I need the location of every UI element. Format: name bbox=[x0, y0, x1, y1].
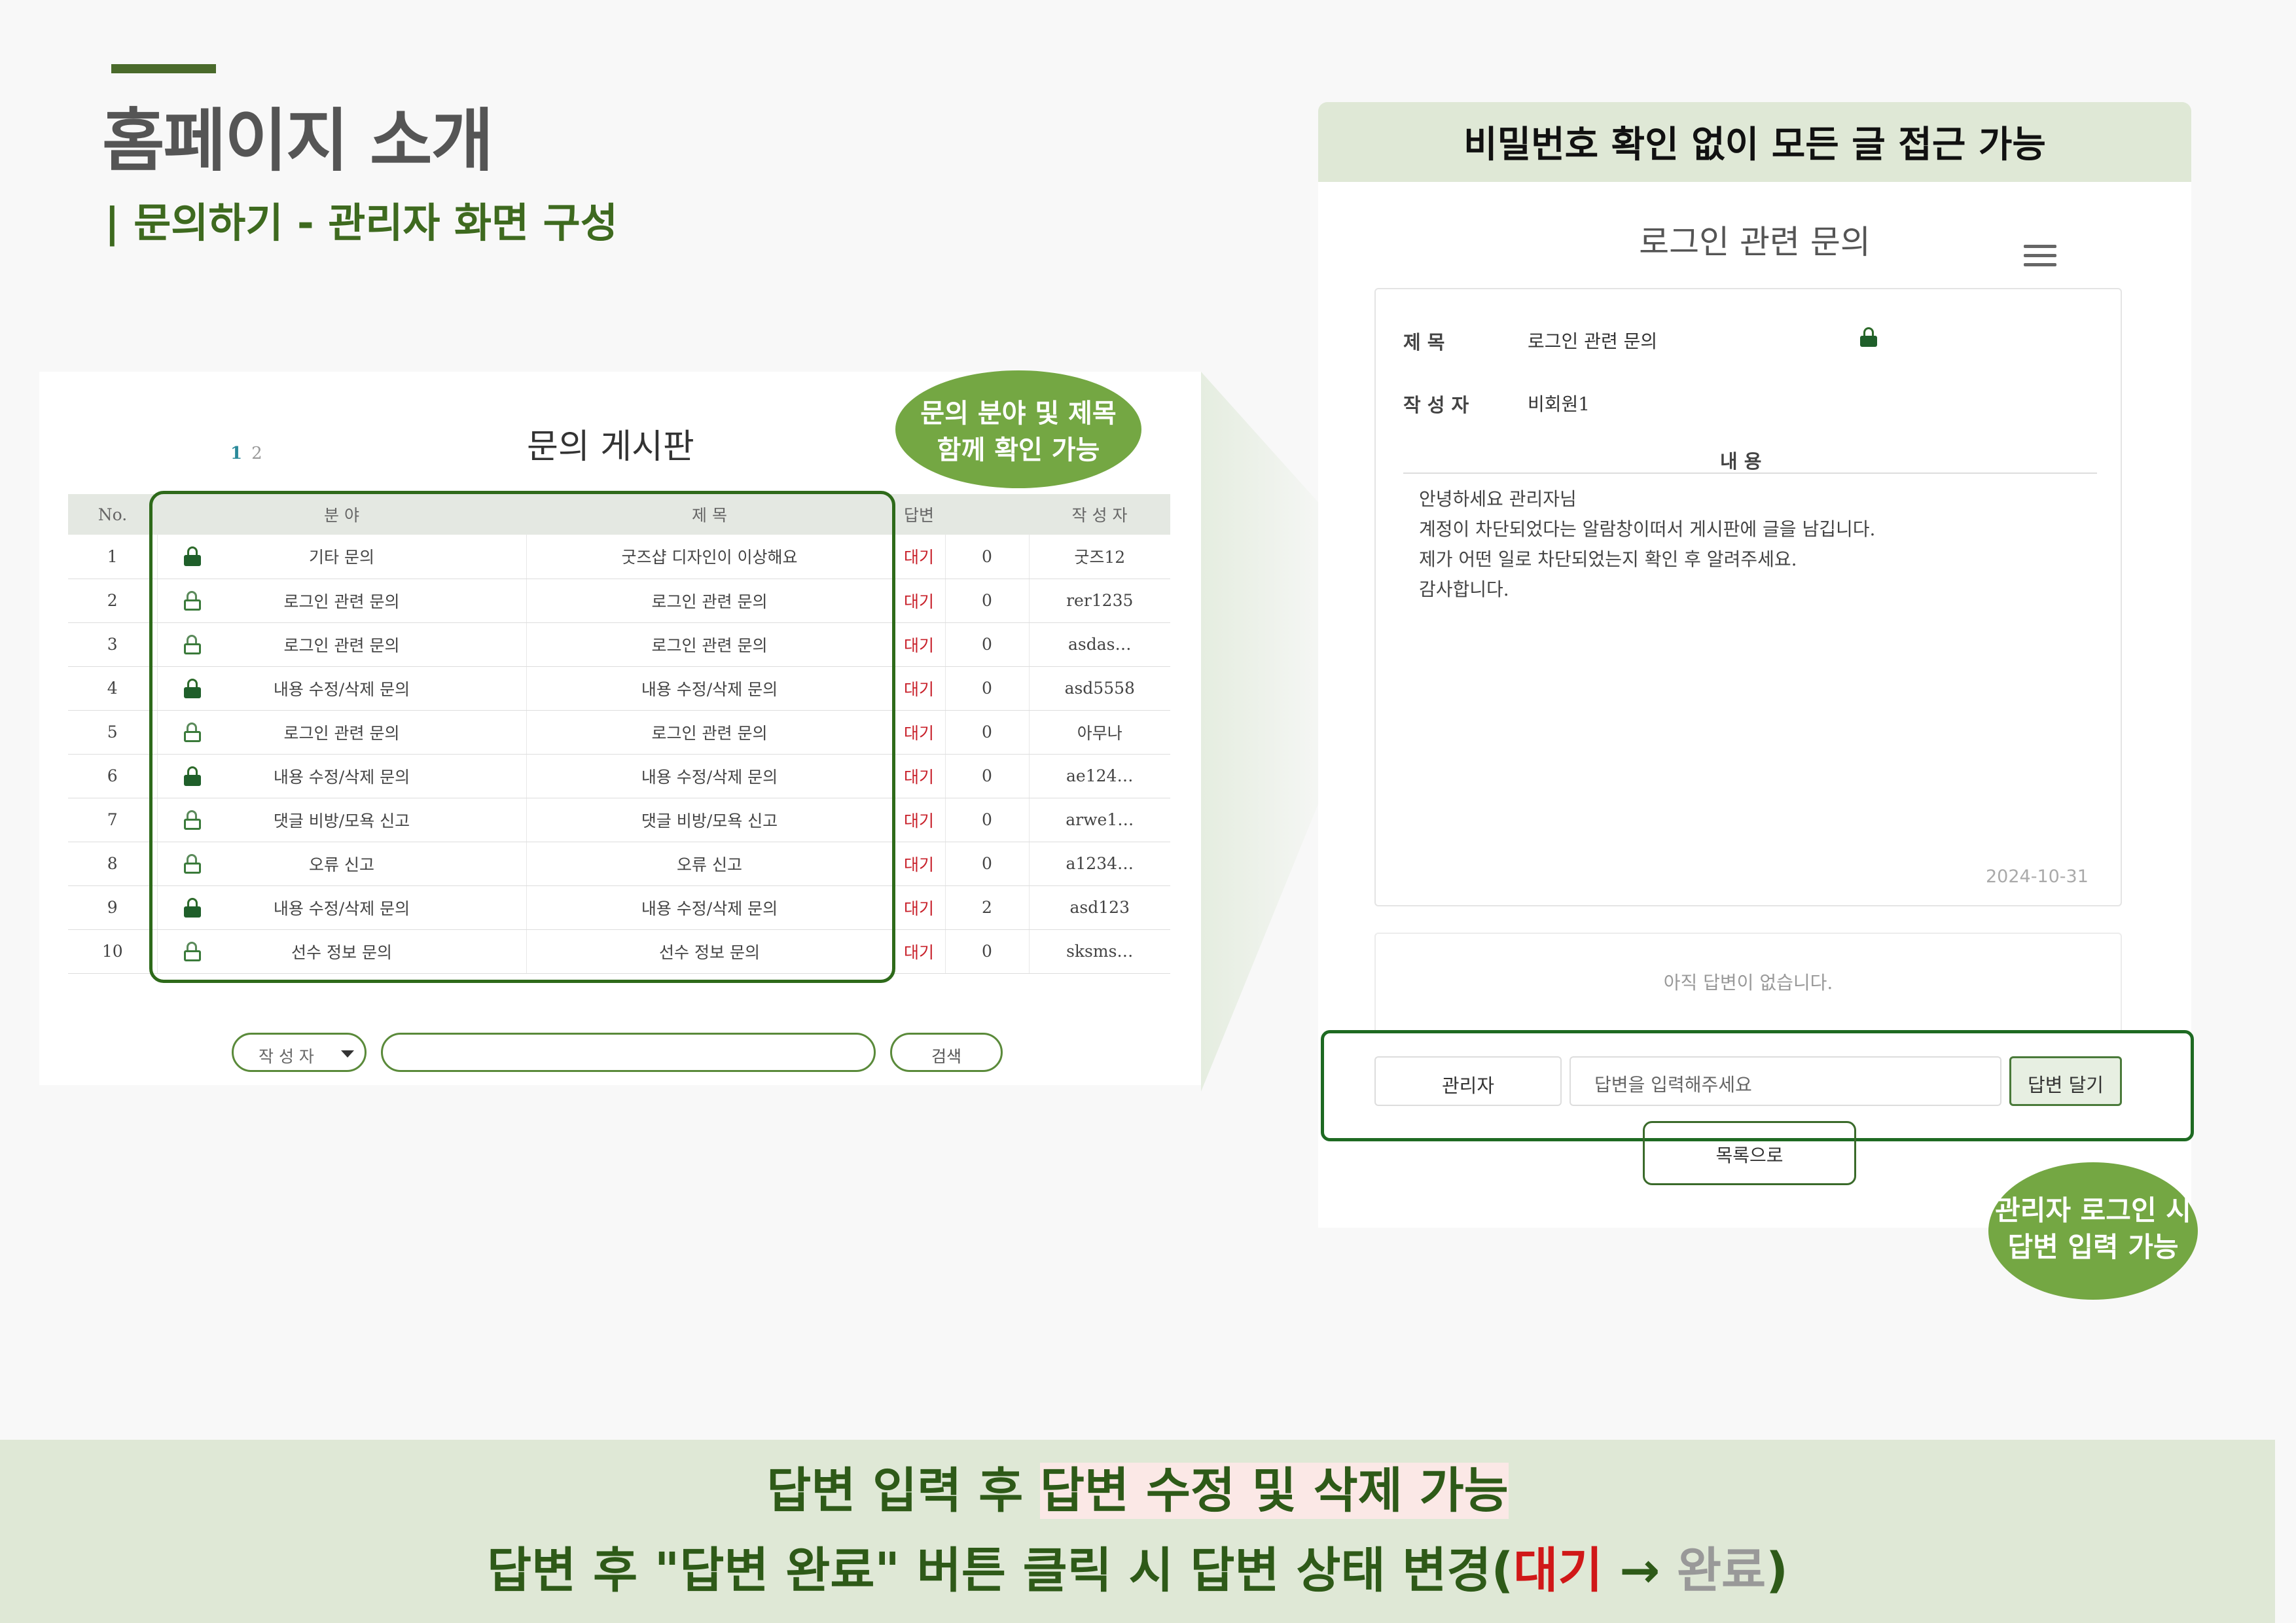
row-status: 대기 bbox=[892, 666, 945, 711]
row-author: 아무나 bbox=[1028, 710, 1170, 755]
row-no: 8 bbox=[68, 842, 157, 886]
subject-value: 로그인 관련 문의 bbox=[1528, 330, 1658, 352]
row-count: 0 bbox=[944, 929, 1029, 974]
row-no: 2 bbox=[68, 579, 157, 623]
col-header-author: 작 성 자 bbox=[1029, 494, 1170, 535]
callout-board-note-text: 문의 분야 및 제목 함께 확인 가능 bbox=[920, 399, 1117, 465]
row-no: 10 bbox=[68, 929, 157, 974]
status-waiting-text: 대기 bbox=[1513, 1543, 1603, 1599]
row-author: rer1235 bbox=[1028, 579, 1170, 623]
callout-board-note: 문의 분야 및 제목 함께 확인 가능 bbox=[895, 370, 1141, 488]
row-status: 대기 bbox=[892, 885, 945, 930]
slide-subtitle: | 문의하기 - 관리자 화면 구성 bbox=[105, 199, 618, 247]
content-line: 감사합니다. bbox=[1419, 579, 1509, 600]
lock-icon bbox=[1860, 327, 1877, 347]
author-label: 작 성 자 bbox=[1403, 394, 1469, 416]
hamburger-menu-icon[interactable] bbox=[2024, 245, 2056, 268]
author-value: 비회원1 bbox=[1528, 393, 1590, 415]
row-status: 대기 bbox=[892, 798, 945, 842]
footer-line-2-end: ) bbox=[1766, 1543, 1788, 1599]
post-date: 2024-10-31 bbox=[1986, 866, 2089, 887]
row-count: 0 bbox=[944, 798, 1029, 842]
footer-line-1-text: 답변 입력 후 bbox=[766, 1463, 1040, 1519]
row-author: a1234… bbox=[1028, 842, 1170, 886]
pagination: 12 bbox=[230, 444, 262, 463]
slide-title: 홈페이지 소개 bbox=[102, 101, 493, 181]
row-no: 3 bbox=[68, 622, 157, 667]
row-author: arwe1… bbox=[1028, 798, 1170, 842]
page-link-1[interactable]: 1 bbox=[230, 444, 242, 463]
row-count: 0 bbox=[944, 622, 1029, 667]
row-count: 0 bbox=[944, 754, 1029, 798]
content-divider bbox=[1403, 473, 2097, 474]
row-author: asd5558 bbox=[1028, 666, 1170, 711]
footer-line-1: 답변 입력 후 답변 수정 및 삭제 가능 bbox=[0, 1452, 2275, 1522]
footer-line-2: 답변 후 "답변 완료" 버튼 클릭 시 답변 상태 변경(대기 → 완료) bbox=[0, 1531, 2275, 1601]
row-no: 1 bbox=[68, 535, 157, 579]
callout-reply-note-text: 관리자 로그인 시 답변 입력 가능 bbox=[1995, 1194, 2191, 1263]
row-author: ae124… bbox=[1028, 754, 1170, 798]
row-status: 대기 bbox=[892, 842, 945, 886]
title-accent-bar bbox=[111, 64, 216, 73]
detail-page-title: 로그인 관련 문의 bbox=[1639, 223, 1871, 261]
search-type-select[interactable]: 작 성 자 bbox=[232, 1033, 367, 1072]
row-no: 4 bbox=[68, 666, 157, 711]
row-no: 9 bbox=[68, 885, 157, 930]
content-line: 안녕하세요 관리자님 bbox=[1419, 488, 1577, 510]
col-header-no: No. bbox=[68, 494, 157, 535]
content-label: 내 용 bbox=[1720, 450, 1762, 473]
row-status: 대기 bbox=[892, 754, 945, 798]
detail-header-text: 비밀번호 확인 없이 모든 글 접근 가능 bbox=[1463, 124, 2046, 166]
footer-line-1-highlight: 답변 수정 및 삭제 가능 bbox=[1039, 1463, 1509, 1519]
content-line: 제가 어떤 일로 차단되었는지 확인 후 알려주세요. bbox=[1419, 548, 1797, 570]
row-status: 대기 bbox=[892, 535, 945, 579]
post-content: 안녕하세요 관리자님 계정이 차단되었다는 알람창이떠서 게시판에 글을 남깁니… bbox=[1419, 484, 1875, 605]
row-count: 0 bbox=[944, 579, 1029, 623]
board-title: 문의 게시판 bbox=[527, 427, 694, 467]
col-header-status: 답변 bbox=[893, 494, 945, 535]
row-no: 6 bbox=[68, 754, 157, 798]
content-line: 계정이 차단되었다는 알람창이떠서 게시판에 글을 남깁니다. bbox=[1419, 518, 1876, 540]
search-input[interactable] bbox=[381, 1033, 876, 1072]
category-title-highlight bbox=[149, 491, 895, 983]
row-count: 0 bbox=[944, 666, 1029, 711]
search-type-value: 작 성 자 bbox=[259, 1047, 314, 1066]
footer-line-2-text: 답변 후 "답변 완료" 버튼 클릭 시 답변 상태 변경( bbox=[487, 1543, 1514, 1599]
search-button[interactable]: 검색 bbox=[890, 1033, 1003, 1072]
row-count: 0 bbox=[944, 535, 1029, 579]
page-link-2[interactable]: 2 bbox=[251, 444, 262, 463]
callout-reply-note: 관리자 로그인 시 답변 입력 가능 bbox=[1988, 1162, 2198, 1300]
back-to-list-button[interactable]: 목록으로 bbox=[1643, 1121, 1856, 1185]
row-status: 대기 bbox=[892, 579, 945, 623]
status-done-text: 완료 bbox=[1676, 1543, 1767, 1599]
row-author: 굿즈12 bbox=[1028, 535, 1170, 579]
subject-label: 제 목 bbox=[1403, 331, 1445, 353]
row-no: 7 bbox=[68, 798, 157, 842]
no-reply-message: 아직 답변이 없습니다. bbox=[1663, 972, 1833, 993]
row-status: 대기 bbox=[892, 622, 945, 667]
col-header-count bbox=[945, 494, 1029, 535]
row-count: 2 bbox=[944, 885, 1029, 930]
row-status: 대기 bbox=[892, 929, 945, 974]
row-count: 0 bbox=[944, 710, 1029, 755]
row-author: sksms… bbox=[1028, 929, 1170, 974]
row-count: 0 bbox=[944, 842, 1029, 886]
row-status: 대기 bbox=[892, 710, 945, 755]
row-no: 5 bbox=[68, 710, 157, 755]
arrow-right-icon: → bbox=[1602, 1543, 1677, 1599]
row-author: asd123 bbox=[1028, 885, 1170, 930]
row-author: asdas… bbox=[1028, 622, 1170, 667]
caret-down-icon bbox=[341, 1050, 354, 1058]
